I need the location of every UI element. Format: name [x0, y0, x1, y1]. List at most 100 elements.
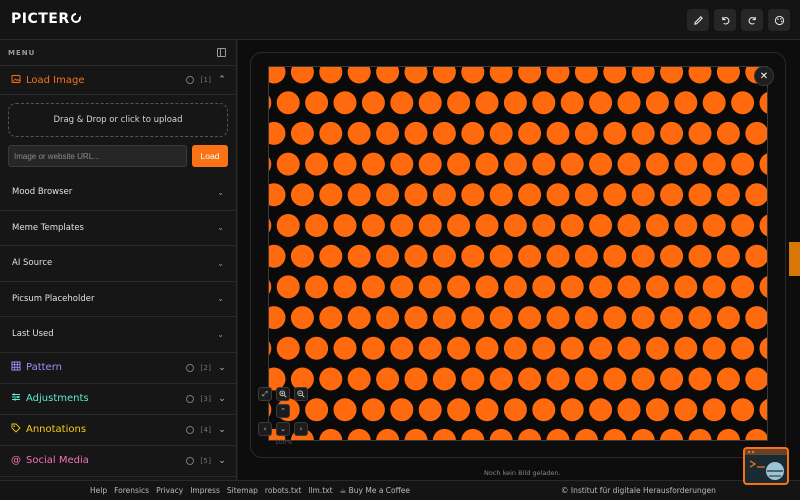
zoom-out-icon[interactable] [294, 387, 308, 401]
footer-link[interactable]: robots.txt [265, 486, 301, 495]
sidebar-collapse-icon[interactable] [217, 48, 226, 57]
pattern-dot [333, 398, 357, 422]
info-icon[interactable] [186, 76, 195, 84]
info-icon[interactable] [186, 363, 195, 372]
footer-link[interactable]: Sitemap [227, 486, 258, 495]
section-pattern[interactable]: Pattern [2] ⌄ [0, 353, 236, 384]
pattern-dot [674, 398, 698, 422]
pattern-dot [674, 214, 698, 237]
fit-screen-icon[interactable]: ⤢ [258, 387, 272, 401]
pattern-dot [447, 152, 471, 176]
pattern-dot [617, 336, 641, 360]
image-icon [10, 74, 22, 87]
footer-link[interactable]: ☕ Buy Me a Coffee [340, 486, 411, 495]
pattern-dot [518, 244, 542, 268]
footer-link[interactable]: Privacy [156, 486, 183, 495]
pattern-dot [333, 336, 357, 360]
section-adjustments[interactable]: Adjustments [3] ⌄ [0, 384, 236, 415]
close-icon[interactable]: ✕ [754, 66, 774, 86]
mood-browser-item[interactable]: Mood Browser ⌄ [0, 175, 236, 211]
app-logo[interactable]: PICTER [11, 11, 81, 27]
pattern-dot [461, 306, 485, 330]
upload-dropzone[interactable]: Drag & Drop or click to upload [8, 103, 228, 137]
footer-link[interactable]: Forensics [114, 486, 149, 495]
pen-icon[interactable] [687, 9, 709, 31]
section-annotations[interactable]: Annotations [4] ⌄ [0, 415, 236, 446]
pattern-dot [461, 183, 485, 207]
top-bar: PICTER [0, 0, 800, 40]
load-button[interactable]: Load [192, 145, 228, 167]
footer-link[interactable]: llm.txt [308, 486, 332, 495]
pattern-dot [276, 152, 300, 176]
pattern-dot [645, 336, 669, 360]
pattern-dot [404, 183, 428, 207]
pattern-dot [475, 398, 499, 422]
chevron-down-icon: ⌄ [218, 424, 226, 435]
section-social-media[interactable]: @ Social Media [5] ⌄ [0, 446, 236, 477]
pattern-dot [631, 367, 655, 391]
sidebar: MENU Load Image [1] ⌃ Drag & Drop or cli… [0, 40, 237, 480]
pattern-dot [305, 275, 329, 299]
pattern-dot [574, 121, 598, 145]
url-input[interactable] [8, 145, 187, 167]
pattern-dot [390, 275, 414, 299]
pan-down-icon[interactable]: ⌄ [276, 422, 290, 436]
image-canvas[interactable] [268, 66, 768, 441]
tag-icon [10, 423, 22, 436]
pattern-dot [305, 336, 329, 360]
dot-pattern [269, 67, 767, 440]
section-shortcut: [3] [199, 394, 212, 403]
last-used-item[interactable]: Last Used ⌄ [0, 317, 236, 353]
pattern-dot [589, 152, 613, 176]
corner-widget-icon[interactable] [743, 447, 789, 485]
footer-link[interactable]: Impress [190, 486, 220, 495]
pan-left-icon[interactable]: ‹ [258, 422, 272, 436]
section-title: Pattern [26, 362, 62, 373]
pattern-dot [376, 121, 400, 145]
pattern-dot [716, 183, 740, 207]
pattern-dot [276, 275, 300, 299]
meme-templates-item[interactable]: Meme Templates ⌄ [0, 211, 236, 246]
pattern-dot [731, 214, 755, 237]
chevron-down-icon: ⌄ [218, 362, 226, 373]
pattern-dot [731, 336, 755, 360]
pattern-dot [361, 336, 385, 360]
section-shortcut: [4] [199, 425, 212, 434]
picsum-placeholder-item[interactable]: Picsum Placeholder ⌄ [0, 282, 236, 317]
pattern-dot [731, 398, 755, 422]
pattern-dot [745, 244, 767, 268]
info-icon[interactable] [186, 394, 195, 403]
pattern-dot [376, 367, 400, 391]
pattern-dot [518, 183, 542, 207]
undo-icon[interactable] [714, 9, 736, 31]
pattern-dot [603, 367, 627, 391]
pattern-dot [447, 91, 471, 115]
footer-link[interactable]: Help [90, 486, 107, 495]
pattern-dot [617, 398, 641, 422]
info-icon[interactable] [186, 456, 195, 465]
pattern-dot [404, 244, 428, 268]
section-load-image[interactable]: Load Image [1] ⌃ [0, 66, 236, 95]
redo-icon[interactable] [741, 9, 763, 31]
main-canvas-area: ✕ ⤢ ⌃ ‹ ⌄ › 100% Noch kein Bild geladen. [238, 40, 800, 480]
pattern-dot [660, 367, 684, 391]
logo-text: PICTER [11, 11, 70, 27]
pattern-dot [461, 121, 485, 145]
pattern-dot [290, 121, 314, 145]
section-title: Annotations [26, 424, 87, 435]
pattern-dot [532, 275, 556, 299]
info-icon[interactable] [186, 425, 195, 434]
pattern-dot [404, 367, 428, 391]
sliders-icon [10, 392, 22, 405]
pattern-dot [347, 306, 371, 330]
zoom-in-icon[interactable] [276, 387, 290, 401]
pattern-dot [645, 91, 669, 115]
pattern-dot [532, 398, 556, 422]
pattern-dot [645, 275, 669, 299]
pan-up-icon[interactable]: ⌃ [276, 404, 290, 418]
palette-icon[interactable] [768, 9, 790, 31]
pattern-dot [617, 152, 641, 176]
chevron-down-icon: ⌄ [217, 294, 224, 304]
pan-right-icon[interactable]: › [294, 422, 308, 436]
ai-source-item[interactable]: AI Source ⌄ [0, 246, 236, 282]
